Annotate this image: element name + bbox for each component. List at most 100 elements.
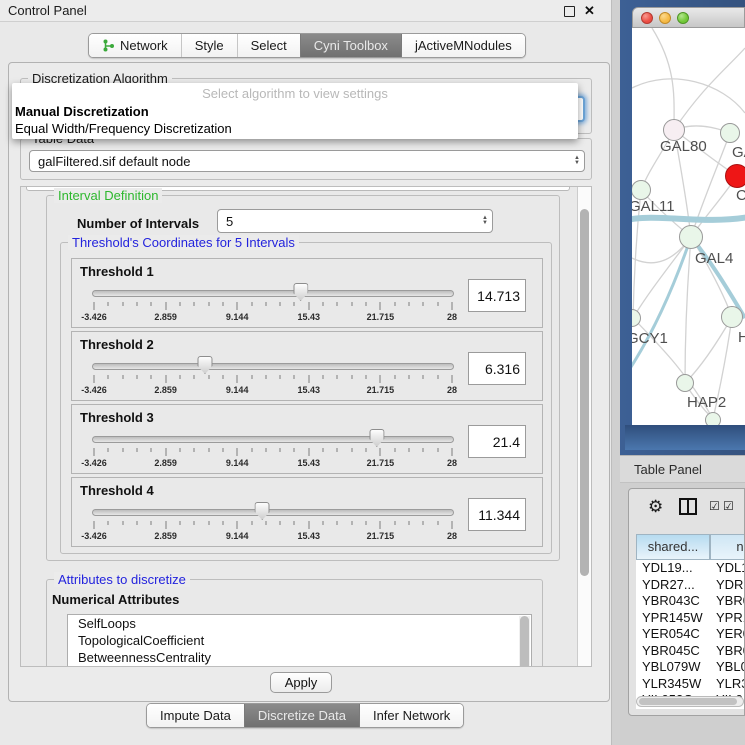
tick-mark	[165, 375, 166, 383]
tab-label: Infer Network	[373, 708, 450, 723]
column-header-0[interactable]: shared...	[636, 534, 710, 560]
tick-mark	[452, 302, 453, 310]
dropdown-option-equal-width[interactable]: Equal Width/Frequency Discretization	[15, 121, 575, 136]
threshold-3-label: Threshold 3	[80, 410, 154, 425]
split-column-icon[interactable]	[679, 498, 697, 515]
table-horizontal-scrollbar[interactable]	[636, 696, 744, 707]
table-cell[interactable]: YPR145W	[642, 610, 716, 626]
threshold-2-panel: Threshold 2 -3.4262.8599.14415.4321.7152…	[71, 331, 543, 401]
combo-stepper-icon[interactable]: ▲▼	[482, 216, 488, 226]
network-canvas[interactable]: GAL80GACGAL11GAL4GCY1HHAP2	[632, 28, 745, 425]
threshold-1-value-field[interactable]: 14.713	[468, 279, 526, 312]
table-cell[interactable]: YBR043C	[642, 593, 716, 609]
tick-mark	[194, 302, 195, 306]
table-row[interactable]: YDL19...YDL1	[636, 560, 745, 577]
threshold-4-slider-thumb[interactable]	[255, 502, 270, 520]
dropdown-option-manual[interactable]: Manual Discretization	[15, 104, 575, 119]
tab-impute-data[interactable]: Impute Data	[147, 704, 244, 727]
tick-label: 9.144	[226, 458, 249, 468]
close-traffic-icon[interactable]	[641, 12, 653, 24]
apply-button[interactable]: Apply	[270, 672, 332, 693]
tick-label: 21.715	[367, 312, 395, 322]
table-row[interactable]: YLR345WYLR3	[636, 676, 745, 693]
network-node-c[interactable]	[725, 164, 745, 188]
list-item[interactable]: SelfLoops	[68, 615, 531, 632]
tick-mark	[251, 375, 252, 379]
table-cell[interactable]: YBL079W	[642, 659, 716, 675]
gear-icon[interactable]: ⚙	[648, 497, 663, 517]
tick-mark	[237, 375, 238, 383]
tab-style[interactable]: Style	[181, 34, 237, 57]
table-row[interactable]: YPR145WYPR1	[636, 610, 745, 627]
num-intervals-combobox[interactable]: 5 ▲▼	[217, 209, 493, 233]
table-cell[interactable]: YPR1	[716, 610, 745, 626]
tab-network[interactable]: Network	[89, 34, 181, 57]
table-scrollbar-thumb[interactable]	[639, 698, 737, 705]
table-row[interactable]: YBR045CYBR0	[636, 643, 745, 660]
network-node-gal11[interactable]	[632, 180, 651, 200]
tick-mark	[136, 375, 137, 379]
table-cell[interactable]: YDR27...	[642, 577, 716, 593]
tab-select[interactable]: Select	[237, 34, 300, 57]
table-row[interactable]: YDR27...YDR2	[636, 577, 745, 594]
settings-scrollbar-thumb[interactable]	[580, 209, 589, 576]
table-cell[interactable]: YBR0	[716, 643, 745, 659]
threshold-3-slider-thumb[interactable]	[369, 429, 384, 447]
combo-stepper-icon[interactable]: ▲▼	[574, 156, 580, 166]
list-scrollbar[interactable]	[519, 616, 530, 667]
table-row[interactable]: YBL079WYBL0	[636, 659, 745, 676]
table-row[interactable]: YER054CYER0	[636, 626, 745, 643]
table-row[interactable]: YBR043CYBR0	[636, 593, 745, 610]
table-data-combobox[interactable]: galFiltered.sif default node ▲▼	[29, 150, 585, 172]
threshold-1-slider-thumb[interactable]	[293, 283, 308, 301]
threshold-3-slider-track[interactable]	[92, 436, 454, 443]
threshold-4-value-field[interactable]: 11.344	[468, 498, 526, 531]
network-node-hap2[interactable]	[676, 374, 694, 392]
table-cell[interactable]: YBR045C	[642, 643, 716, 659]
threshold-4-slider-track[interactable]	[92, 509, 454, 516]
threshold-3-value-field[interactable]: 21.4	[468, 425, 526, 458]
tick-mark	[337, 302, 338, 306]
network-node[interactable]	[705, 412, 721, 425]
list-scrollbar-thumb[interactable]	[520, 616, 529, 667]
table-cell[interactable]: YER0	[716, 626, 745, 642]
table-cell[interactable]: YER054C	[642, 626, 716, 642]
tab-discretize-data[interactable]: Discretize Data	[244, 704, 359, 727]
minimize-traffic-icon[interactable]	[659, 12, 671, 24]
settings-scrollbar[interactable]	[577, 187, 591, 667]
tick-mark	[380, 375, 381, 383]
network-node-gal4[interactable]	[679, 225, 703, 249]
threshold-2-value-field[interactable]: 6.316	[468, 352, 526, 385]
tab-cyni-toolbox[interactable]: Cyni Toolbox	[300, 34, 401, 57]
close-icon[interactable]: ✕	[584, 3, 595, 19]
table-cell[interactable]: YLR3	[716, 676, 745, 692]
tab-infer-network[interactable]: Infer Network	[359, 704, 463, 727]
table-cell[interactable]: YDL19...	[642, 560, 716, 576]
threshold-1-slider-track[interactable]	[92, 290, 454, 297]
tick-mark	[179, 375, 180, 379]
tick-mark	[179, 521, 180, 525]
list-items: SelfLoopsTopologicalCoefficientBetweenne…	[68, 615, 531, 666]
list-item[interactable]: TopologicalCoefficient	[68, 632, 531, 649]
checkbox-icon[interactable]: ☑	[723, 499, 734, 513]
table-cell[interactable]: YLR345W	[642, 676, 716, 692]
float-icon[interactable]	[564, 6, 575, 17]
threshold-2-slider-thumb[interactable]	[197, 356, 212, 374]
tick-mark	[366, 375, 367, 379]
tab-jactivemnodules[interactable]: jActiveMNodules	[401, 34, 525, 57]
column-header-1[interactable]: n	[710, 534, 745, 560]
table-cell[interactable]: YBL0	[716, 659, 745, 675]
table-cell[interactable]: YDR2	[716, 577, 745, 593]
network-node-h[interactable]	[721, 306, 743, 328]
tick-mark	[437, 448, 438, 452]
list-item[interactable]: BetweennessCentrality	[68, 649, 531, 666]
table-cell[interactable]: YDL1	[716, 560, 745, 576]
node-label: GAL80	[660, 138, 707, 155]
table-cell[interactable]: YBR0	[716, 593, 745, 609]
network-node-ga[interactable]	[720, 123, 740, 143]
tick-mark	[280, 302, 281, 306]
checkbox-icon[interactable]: ☑	[709, 499, 720, 513]
threshold-2-slider-track[interactable]	[92, 363, 454, 370]
zoom-traffic-icon[interactable]	[677, 12, 689, 24]
tick-mark	[394, 521, 395, 525]
